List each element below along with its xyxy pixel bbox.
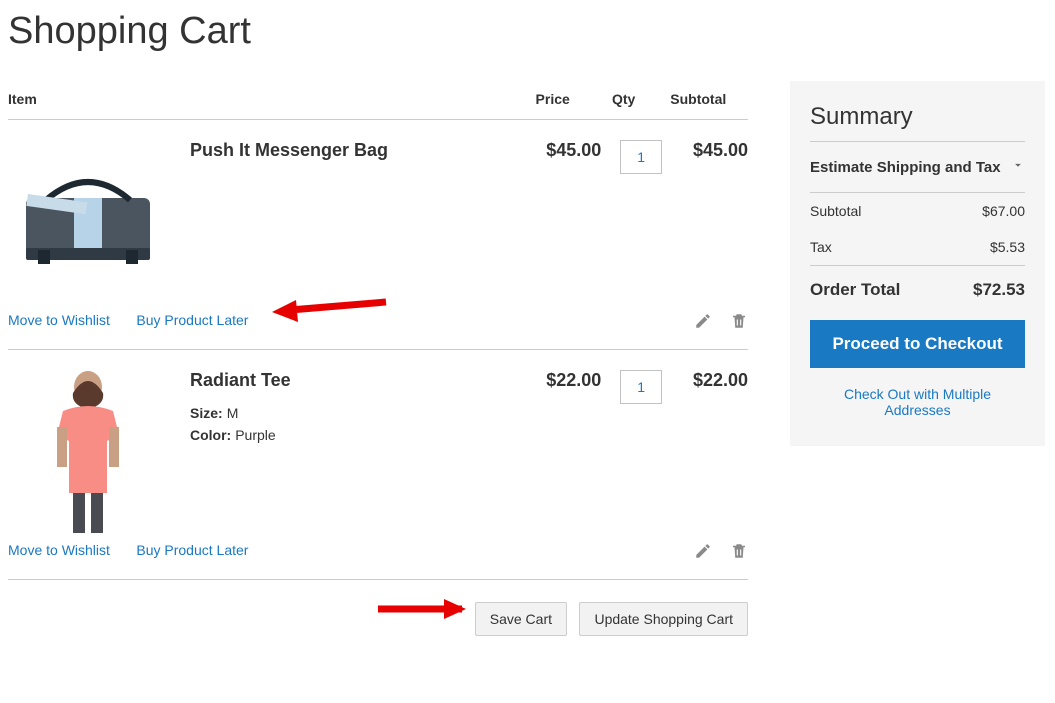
edit-icon[interactable] xyxy=(694,542,712,560)
option-value-color: Purple xyxy=(235,427,275,443)
product-image[interactable] xyxy=(8,370,168,530)
summary-title: Summary xyxy=(810,103,1025,142)
edit-icon[interactable] xyxy=(694,312,712,330)
page-title: Shopping Cart xyxy=(8,10,1045,53)
save-cart-button[interactable]: Save Cart xyxy=(475,602,567,636)
estimate-shipping-label: Estimate Shipping and Tax xyxy=(810,159,1001,176)
move-to-wishlist-link[interactable]: Move to Wishlist xyxy=(8,542,110,558)
product-name[interactable]: Radiant Tee xyxy=(190,370,291,391)
product-image[interactable] xyxy=(8,140,168,300)
col-header-item: Item xyxy=(8,81,536,120)
tax-value: $5.53 xyxy=(990,239,1025,255)
estimate-shipping-toggle[interactable]: Estimate Shipping and Tax xyxy=(810,142,1025,193)
option-label-size: Size: xyxy=(190,405,223,421)
qty-input[interactable] xyxy=(620,370,662,404)
subtotal-value: $67.00 xyxy=(982,203,1025,219)
cart-items-section: Item Price Qty Subtotal xyxy=(8,81,748,636)
option-label-color: Color: xyxy=(190,427,231,443)
col-header-subtotal: Subtotal xyxy=(670,81,748,120)
cart-item: Radiant Tee Size:M Color:Purple $22.00 $… xyxy=(8,350,748,580)
trash-icon[interactable] xyxy=(730,542,748,560)
chevron-down-icon xyxy=(1011,158,1025,176)
cart-item: Push It Messenger Bag $45.00 $45.00 Move… xyxy=(8,120,748,350)
order-total-value: $72.53 xyxy=(973,280,1025,300)
update-cart-button[interactable]: Update Shopping Cart xyxy=(579,602,748,636)
item-price: $45.00 xyxy=(536,120,612,301)
annotation-arrow xyxy=(366,594,466,624)
qty-input[interactable] xyxy=(620,140,662,174)
item-subtotal: $22.00 xyxy=(670,350,748,531)
proceed-checkout-button[interactable]: Proceed to Checkout xyxy=(810,320,1025,368)
buy-later-link[interactable]: Buy Product Later xyxy=(136,542,248,558)
item-subtotal: $45.00 xyxy=(670,120,748,301)
trash-icon[interactable] xyxy=(730,312,748,330)
multiple-addresses-link[interactable]: Check Out with Multiple Addresses xyxy=(844,386,991,418)
subtotal-label: Subtotal xyxy=(810,203,861,219)
tax-label: Tax xyxy=(810,239,832,255)
col-header-qty: Qty xyxy=(612,81,670,120)
order-total-label: Order Total xyxy=(810,280,900,300)
col-header-price: Price xyxy=(536,81,612,120)
item-price: $22.00 xyxy=(536,350,612,531)
move-to-wishlist-link[interactable]: Move to Wishlist xyxy=(8,312,110,328)
buy-later-link[interactable]: Buy Product Later xyxy=(136,312,248,328)
product-name[interactable]: Push It Messenger Bag xyxy=(190,140,388,161)
option-value-size: M xyxy=(227,405,239,421)
summary-panel: Summary Estimate Shipping and Tax Subtot… xyxy=(790,81,1045,446)
